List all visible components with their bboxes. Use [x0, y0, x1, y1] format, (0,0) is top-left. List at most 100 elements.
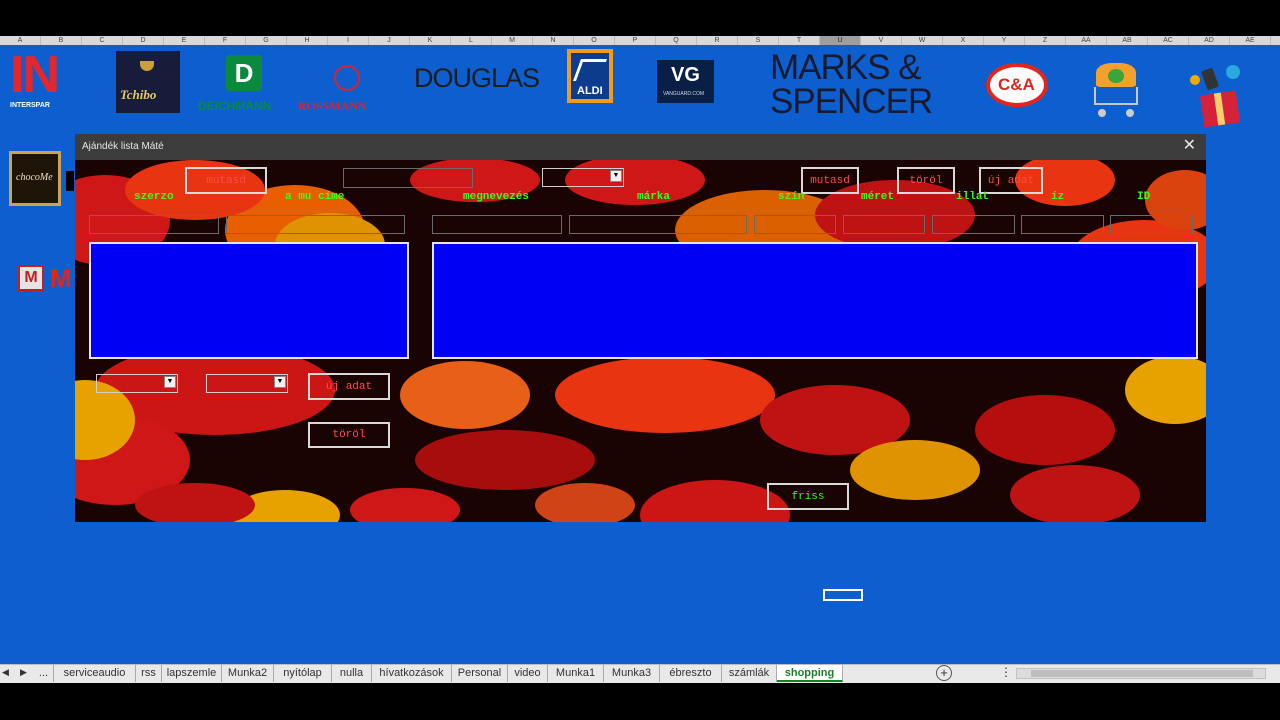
- id-field[interactable]: [1110, 215, 1193, 234]
- column-header-e[interactable]: E: [164, 36, 205, 45]
- column-header-h[interactable]: H: [287, 36, 328, 45]
- sheet-tab[interactable]: Munka1: [548, 665, 604, 682]
- ca-logo[interactable]: C&A: [986, 63, 1048, 107]
- tab-scroll-right-icon[interactable]: ▶: [20, 667, 27, 678]
- scrollbar-thumb[interactable]: [1031, 670, 1253, 677]
- sheet-tab[interactable]: hívatkozások: [372, 665, 452, 682]
- sheet-tab[interactable]: shopping: [777, 665, 843, 682]
- column-header-u[interactable]: U: [820, 36, 861, 45]
- scent-field[interactable]: [932, 215, 1015, 234]
- rossmann-logo[interactable]: ROSSMANN: [298, 65, 398, 113]
- column-header-l[interactable]: L: [451, 36, 492, 45]
- add-sheet-icon[interactable]: +: [936, 665, 952, 681]
- label-color: szín: [778, 191, 805, 203]
- chevron-down-icon[interactable]: ▼: [164, 376, 176, 388]
- horizontal-scrollbar[interactable]: [1016, 668, 1266, 679]
- column-header-d[interactable]: D: [123, 36, 164, 45]
- column-header-q[interactable]: Q: [656, 36, 697, 45]
- column-header-v[interactable]: V: [861, 36, 902, 45]
- shopping-cart-icon[interactable]: [1088, 59, 1144, 121]
- column-header-r[interactable]: R: [697, 36, 738, 45]
- sheet-tab[interactable]: nulla: [332, 665, 372, 682]
- chocome-caption: [66, 171, 74, 191]
- marks-spencer-logo[interactable]: MARKS & SPENCER: [770, 50, 933, 121]
- sheet-tab[interactable]: video: [508, 665, 548, 682]
- column-header-ad[interactable]: AD: [1189, 36, 1230, 45]
- sheet-tab[interactable]: serviceaudio: [54, 665, 136, 682]
- column-header-g[interactable]: G: [246, 36, 287, 45]
- work-title-field[interactable]: [226, 215, 405, 234]
- sheet-tab[interactable]: számlák: [722, 665, 777, 682]
- column-header-j[interactable]: J: [369, 36, 410, 45]
- category-combo-top[interactable]: ▼: [542, 168, 624, 187]
- delete-button-top[interactable]: töröl: [897, 167, 955, 194]
- column-header-y[interactable]: Y: [984, 36, 1025, 45]
- column-header-c[interactable]: C: [82, 36, 123, 45]
- sheet-tab[interactable]: rss: [136, 665, 162, 682]
- taste-field[interactable]: [1021, 215, 1104, 234]
- column-header-ae[interactable]: AE: [1230, 36, 1271, 45]
- name-field[interactable]: [432, 215, 562, 234]
- new-data-button-bottom[interactable]: új adat: [308, 373, 390, 400]
- gift-list-dialog[interactable]: Ajándék lista Máté ✕ mutasd ▼ mutasd tör…: [75, 134, 1206, 522]
- interspar-logo[interactable]: IN INTERSPAR: [10, 49, 95, 119]
- column-header-m[interactable]: M: [492, 36, 533, 45]
- author-field[interactable]: [89, 215, 219, 234]
- sheet-tab[interactable]: Munka3: [604, 665, 660, 682]
- dialog-title: Ajándék lista Máté: [82, 141, 164, 152]
- column-header-bar: A B C D E F G H I J K L M N O P Q R S T U V W X Y Z AA AB AC AD AE: [0, 36, 1280, 45]
- douglas-logo[interactable]: DOUGLAS: [414, 63, 540, 94]
- color-field[interactable]: [754, 215, 836, 234]
- vanguard-logo[interactable]: VG VANGUARD.COM: [657, 60, 714, 103]
- column-header-f[interactable]: F: [205, 36, 246, 45]
- gift-box-icon[interactable]: [1186, 63, 1256, 133]
- column-header-ab[interactable]: AB: [1107, 36, 1148, 45]
- brand-field[interactable]: [569, 215, 747, 234]
- column-header-b[interactable]: B: [41, 36, 82, 45]
- size-field[interactable]: [843, 215, 925, 234]
- combo-left-2[interactable]: ▼: [206, 374, 288, 393]
- search-field-top[interactable]: [343, 168, 473, 188]
- column-header-i[interactable]: I: [328, 36, 369, 45]
- more-options-icon[interactable]: ⋮: [1000, 665, 1012, 679]
- column-header-a[interactable]: A: [0, 36, 41, 45]
- column-header-w[interactable]: W: [902, 36, 943, 45]
- column-header-k[interactable]: K: [410, 36, 451, 45]
- column-header-t[interactable]: T: [779, 36, 820, 45]
- sheet-tab[interactable]: Munka2: [222, 665, 274, 682]
- sheet-tab[interactable]: Personal: [452, 665, 508, 682]
- column-header-p[interactable]: P: [615, 36, 656, 45]
- show-button-right[interactable]: mutasd: [801, 167, 859, 194]
- column-header-aa[interactable]: AA: [1066, 36, 1107, 45]
- show-button-left[interactable]: mutasd: [185, 167, 267, 194]
- chocome-logo[interactable]: chocoMe: [9, 151, 61, 206]
- tab-more[interactable]: ...: [34, 665, 54, 682]
- aldi-logo[interactable]: ALDI: [567, 49, 613, 103]
- refresh-button[interactable]: friss: [767, 483, 849, 510]
- label-work-title: a mu címe: [285, 191, 345, 203]
- column-header-ac[interactable]: AC: [1148, 36, 1189, 45]
- column-header-x[interactable]: X: [943, 36, 984, 45]
- combo-left-1[interactable]: ▼: [96, 374, 178, 393]
- dialog-titlebar[interactable]: Ajándék lista Máté ✕: [75, 134, 1206, 160]
- chevron-down-icon[interactable]: ▼: [274, 376, 286, 388]
- book-listbox[interactable]: [89, 242, 409, 359]
- media-markt-logo[interactable]: M M: [18, 263, 76, 295]
- new-data-button-top[interactable]: új adat: [979, 167, 1043, 194]
- column-header-n[interactable]: N: [533, 36, 574, 45]
- gift-listbox[interactable]: [432, 242, 1198, 359]
- sheet-tab[interactable]: ébreszto: [660, 665, 722, 682]
- sheet-tab[interactable]: nyítólap: [274, 665, 332, 682]
- label-scent: illat: [956, 191, 990, 203]
- tab-scroll-left-icon[interactable]: ◀: [2, 667, 9, 678]
- column-header-s[interactable]: S: [738, 36, 779, 45]
- sheet-tab[interactable]: lapszemle: [162, 665, 222, 682]
- selected-cell[interactable]: [823, 589, 863, 601]
- column-header-z[interactable]: Z: [1025, 36, 1066, 45]
- tchibo-logo[interactable]: Tchibo: [116, 51, 180, 113]
- close-icon[interactable]: ✕: [1183, 137, 1196, 155]
- chevron-down-icon[interactable]: ▼: [610, 170, 622, 182]
- deichmann-logo[interactable]: D DEICHMANN: [198, 55, 292, 113]
- delete-button-bottom[interactable]: töröl: [308, 422, 390, 448]
- column-header-o[interactable]: O: [574, 36, 615, 45]
